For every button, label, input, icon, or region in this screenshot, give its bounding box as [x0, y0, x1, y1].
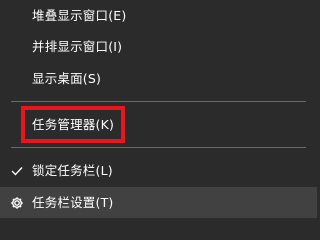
menu-item-task-manager[interactable]: 任务管理器(K)	[0, 109, 317, 140]
menu-item-label: 任务栏设置(T)	[32, 195, 114, 210]
menu-item-cascade-windows[interactable]: 堆叠显示窗口(E)	[0, 0, 317, 31]
menu-item-show-side-by-side[interactable]: 并排显示窗口(I)	[0, 31, 317, 62]
taskbar-context-menu: 堆叠显示窗口(E) 并排显示窗口(I) 显示桌面(S) 任务管理器(K) 锁定任…	[0, 0, 317, 218]
menu-item-label: 并排显示窗口(I)	[32, 39, 123, 54]
menu-item-lock-taskbar[interactable]: 锁定任务栏(L)	[0, 155, 317, 186]
menu-item-show-desktop[interactable]: 显示桌面(S)	[0, 63, 317, 94]
menu-separator	[11, 101, 306, 102]
menu-separator	[11, 147, 306, 148]
gear-icon	[9, 187, 25, 218]
menu-item-label: 锁定任务栏(L)	[32, 163, 113, 178]
menu-item-label: 任务管理器(K)	[32, 117, 115, 132]
checkmark-icon	[9, 155, 25, 186]
menu-item-taskbar-settings[interactable]: 任务栏设置(T)	[0, 187, 317, 218]
menu-item-label: 显示桌面(S)	[32, 71, 102, 86]
menu-item-label: 堆叠显示窗口(E)	[32, 8, 127, 23]
